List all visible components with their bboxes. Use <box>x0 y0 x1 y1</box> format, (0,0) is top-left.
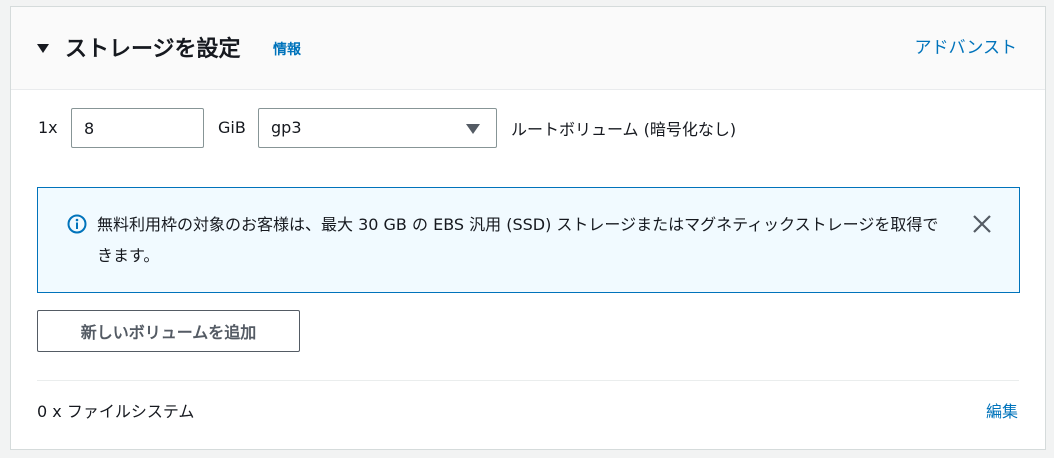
panel-title[interactable]: ストレージを設定 <box>65 31 241 63</box>
add-volume-button[interactable]: 新しいボリュームを追加 <box>37 310 300 352</box>
caret-down-icon[interactable] <box>37 44 49 53</box>
volume-size-unit: GiB <box>218 118 246 137</box>
storage-panel: ストレージを設定 情報 アドバンスト 1x GiB gp3 ルートボリューム (… <box>10 6 1046 450</box>
free-tier-alert: 無料利用枠の対象のお客様は、最大 30 GB の EBS 汎用 (SSD) スト… <box>37 187 1020 293</box>
info-circle-icon <box>67 214 87 234</box>
file-systems-label: 0 x ファイルシステム <box>37 402 195 421</box>
close-icon[interactable] <box>971 213 993 235</box>
divider <box>37 380 1019 381</box>
volume-type-value: gp3 <box>271 118 302 137</box>
info-link[interactable]: 情報 <box>273 39 301 59</box>
alert-message: 無料利用枠の対象のお客様は、最大 30 GB の EBS 汎用 (SSD) スト… <box>97 215 939 265</box>
panel-header: ストレージを設定 情報 アドバンスト <box>11 7 1045 90</box>
root-volume-description: ルートボリューム (暗号化なし) <box>511 120 737 139</box>
advanced-link[interactable]: アドバンスト <box>914 33 1017 58</box>
volume-count-label: 1x <box>38 118 58 137</box>
edit-file-systems-link[interactable]: 編集 <box>986 398 1018 422</box>
volume-type-select[interactable]: gp3 <box>258 108 497 148</box>
dropdown-caret-icon <box>466 124 480 134</box>
volume-size-input[interactable] <box>71 108 204 148</box>
